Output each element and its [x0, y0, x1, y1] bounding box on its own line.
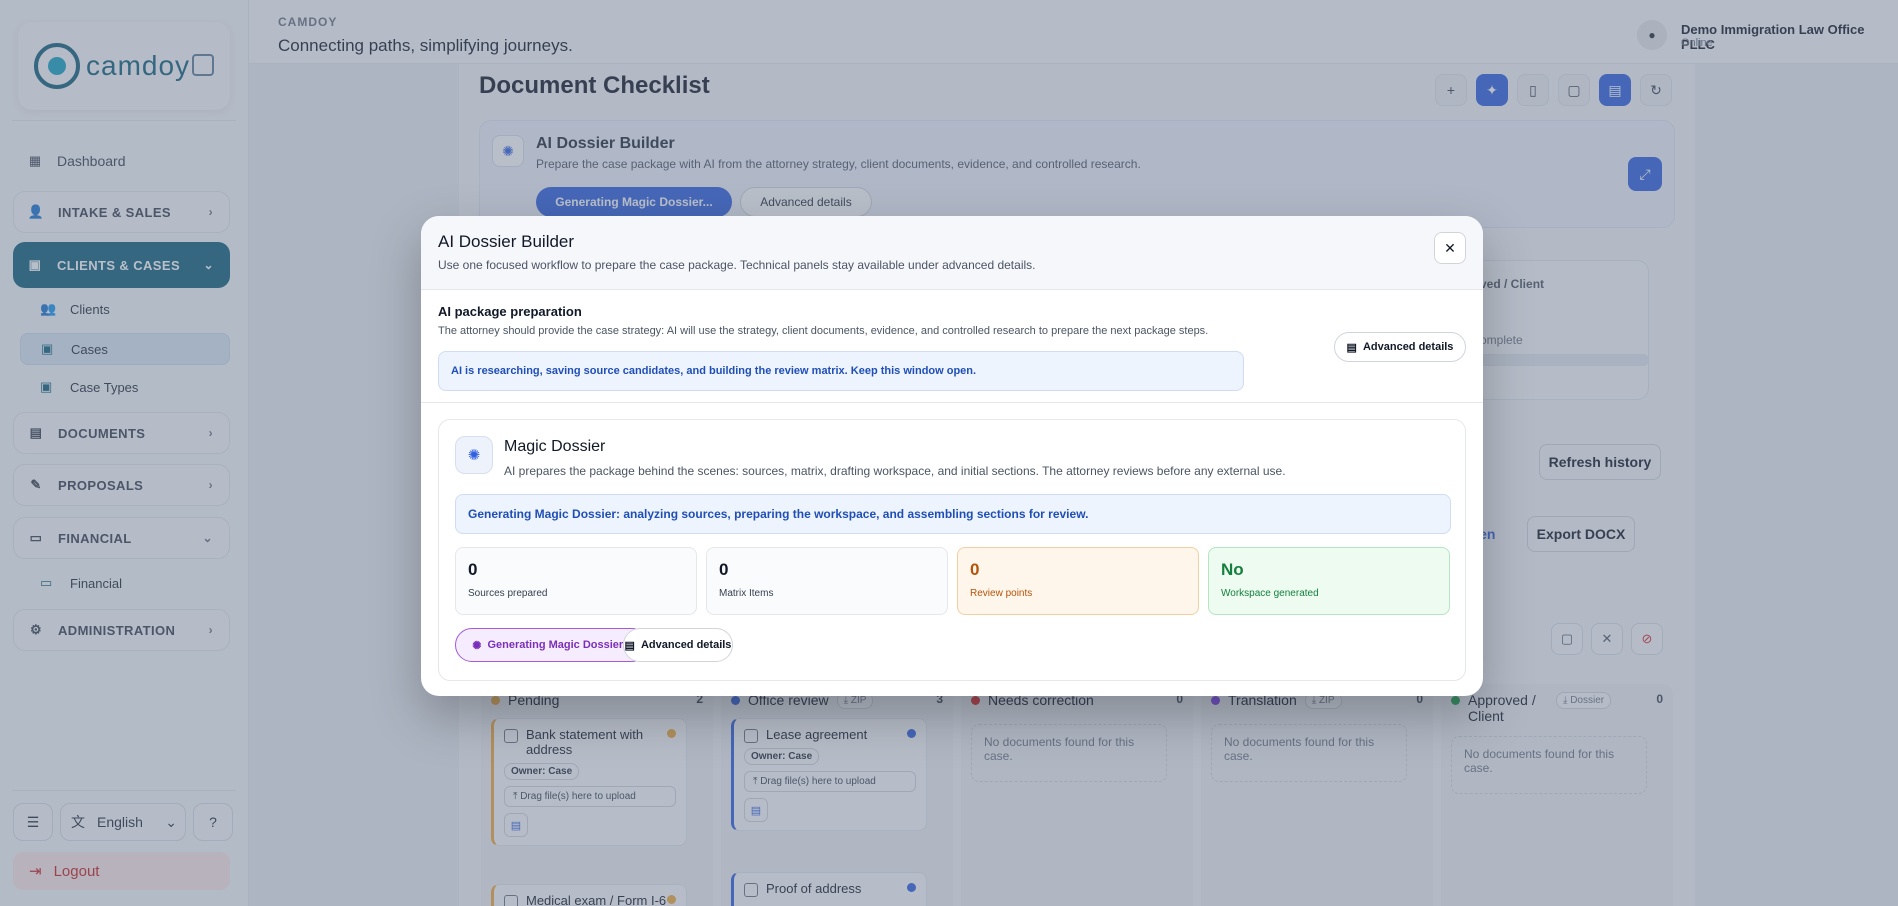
stat-workspace: No Workspace generated	[1208, 547, 1450, 615]
document-icon: ▤	[1346, 341, 1357, 354]
prep-info-banner: AI is researching, saving source candida…	[438, 351, 1244, 391]
modal-header: AI Dossier Builder Use one focused workf…	[421, 216, 1483, 290]
magic-info-banner: Generating Magic Dossier: analyzing sour…	[455, 494, 1451, 534]
stat-review-points: 0 Review points	[957, 547, 1199, 615]
generating-dossier-button[interactable]: ✺ Generating Magic Dossier...	[455, 628, 649, 662]
stat-label: Matrix Items	[719, 588, 774, 599]
brain-icon: ✺	[455, 436, 493, 474]
modal-title: AI Dossier Builder	[438, 232, 575, 251]
prep-title: AI package preparation	[438, 304, 582, 319]
magic-subtitle: AI prepares the package behind the scene…	[504, 464, 1286, 478]
stat-sources: 0 Sources prepared	[455, 547, 697, 615]
stat-value: 0	[719, 560, 729, 579]
close-icon: ✕	[1444, 239, 1456, 256]
advanced-details-button[interactable]: ▤ Advanced details	[1334, 332, 1466, 362]
prep-subtitle: The attorney should provide the case str…	[438, 325, 1209, 337]
brain-icon: ✺	[472, 639, 482, 652]
modal-subtitle: Use one focused workflow to prepare the …	[438, 258, 1036, 272]
button-label: Advanced details	[640, 639, 732, 651]
button-label: Advanced details	[1362, 341, 1454, 353]
stat-matrix: 0 Matrix Items	[706, 547, 948, 615]
stat-label: Sources prepared	[468, 588, 548, 599]
divider	[421, 402, 1483, 403]
modal-close-button[interactable]: ✕	[1434, 232, 1466, 264]
ai-dossier-modal: AI Dossier Builder Use one focused workf…	[421, 216, 1483, 696]
stat-label: Workspace generated	[1221, 588, 1319, 599]
stat-value: No	[1221, 560, 1244, 579]
stat-value: 0	[970, 560, 980, 579]
document-icon: ▤	[624, 639, 635, 652]
stat-value: 0	[468, 560, 478, 579]
magic-title: Magic Dossier	[504, 438, 606, 455]
button-label: Generating Magic Dossier...	[487, 639, 632, 651]
stat-label: Review points	[970, 588, 1033, 599]
magic-dossier-card: ✺ Magic Dossier AI prepares the package …	[438, 419, 1466, 681]
advanced-details-button[interactable]: ▤ Advanced details	[623, 628, 733, 662]
